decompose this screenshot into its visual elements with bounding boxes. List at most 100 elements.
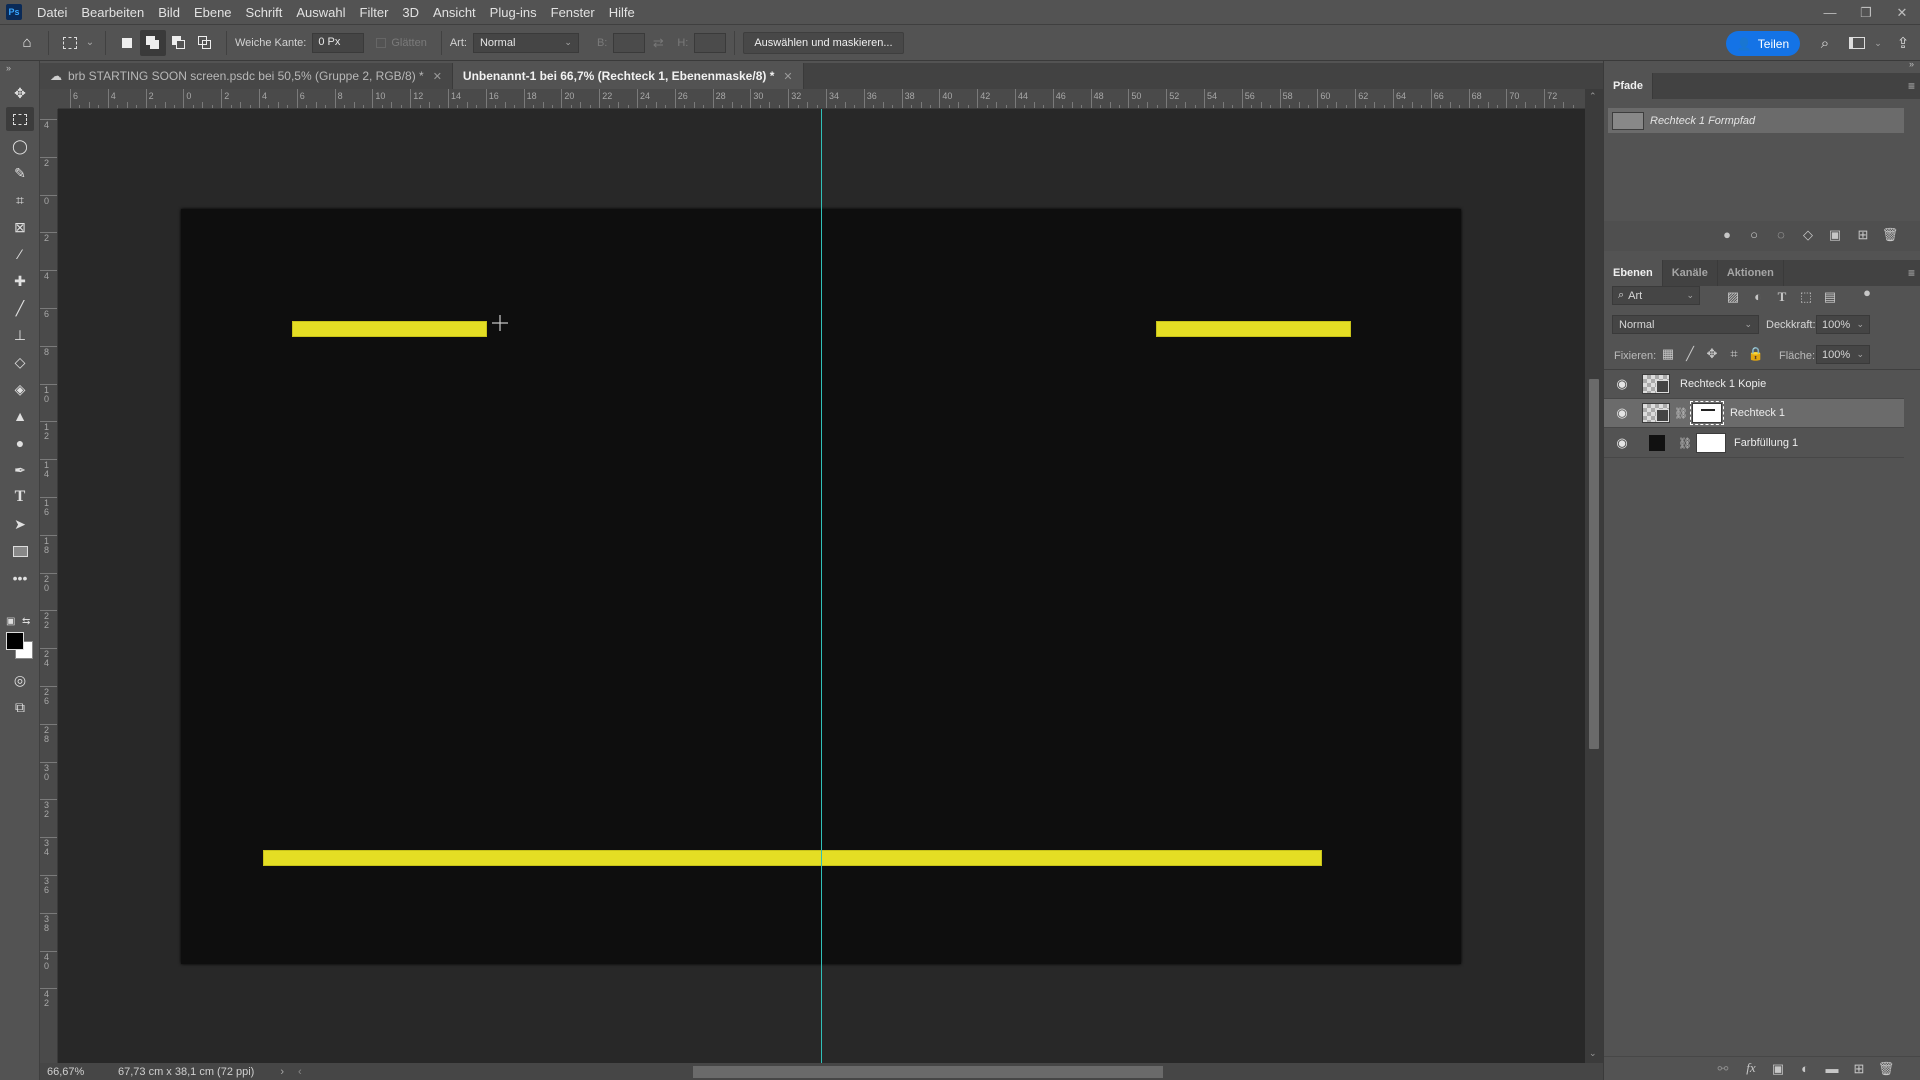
- horizontal-scroll-thumb[interactable]: [693, 1066, 1163, 1078]
- healing-brush-tool-icon[interactable]: ✚: [6, 269, 34, 293]
- filter-adjustment-icon[interactable]: ◐: [1749, 289, 1767, 304]
- path-item[interactable]: Rechteck 1 Formpfad: [1608, 108, 1904, 133]
- tab-actions[interactable]: Aktionen: [1718, 260, 1784, 286]
- paint-bucket-tool-icon[interactable]: ◈: [6, 377, 34, 401]
- quick-mask-icon[interactable]: ◎: [6, 668, 34, 692]
- menu-fenster[interactable]: Fenster: [544, 0, 602, 25]
- scroll-up-icon[interactable]: ⌃: [1589, 91, 1597, 102]
- expand-icon[interactable]: »: [6, 63, 11, 73]
- eraser-tool-icon[interactable]: ◇: [6, 350, 34, 374]
- add-selection-icon[interactable]: [140, 29, 166, 56]
- trash-icon[interactable]: 🗑: [1877, 1061, 1895, 1077]
- vertical-guide[interactable]: [821, 109, 822, 1063]
- link-icon[interactable]: ⛓: [1678, 437, 1692, 450]
- lock-transparency-icon[interactable]: ▦: [1659, 346, 1677, 362]
- fx-icon[interactable]: fx: [1742, 1060, 1760, 1076]
- canvas-area[interactable]: [58, 109, 1585, 1063]
- swap-colors-icon[interactable]: ⇆: [22, 616, 30, 627]
- tab-channels[interactable]: Kanäle: [1663, 260, 1718, 286]
- menu-ebene[interactable]: Ebene: [187, 0, 239, 25]
- visibility-eye-icon[interactable]: ◉: [1612, 376, 1632, 392]
- vertical-scroll-thumb[interactable]: [1589, 379, 1599, 749]
- pen-tool-icon[interactable]: ✒: [6, 458, 34, 482]
- panel-menu-icon[interactable]: ≡: [1908, 266, 1915, 280]
- screen-mode-icon[interactable]: ⧉: [6, 695, 34, 719]
- chevron-down-icon[interactable]: ⌄: [83, 30, 97, 56]
- layer-row[interactable]: ◉ ⛓ Farbfüllung 1: [1604, 429, 1904, 458]
- yellow-rectangle-top-right[interactable]: [1156, 321, 1351, 337]
- type-tool-icon[interactable]: T: [6, 485, 34, 509]
- rect-marquee-tool-icon[interactable]: [6, 107, 34, 131]
- minimize-button[interactable]: —: [1812, 0, 1848, 25]
- menu-plugins[interactable]: Plug-ins: [483, 0, 544, 25]
- swap-icon[interactable]: ⇄: [645, 30, 671, 56]
- add-mask-icon[interactable]: ▣: [1769, 1061, 1787, 1077]
- filter-type-icon[interactable]: T: [1773, 289, 1791, 305]
- yellow-rectangle-bottom[interactable]: [263, 850, 1322, 866]
- menu-bearbeiten[interactable]: Bearbeiten: [74, 0, 151, 25]
- new-path-icon[interactable]: ⊞: [1854, 227, 1872, 243]
- load-selection-icon[interactable]: ◌: [1772, 227, 1790, 242]
- menu-3d[interactable]: 3D: [395, 0, 426, 25]
- rectangle-tool-icon[interactable]: [6, 539, 34, 563]
- yellow-rectangle-top-left[interactable]: [292, 321, 487, 337]
- new-selection-icon[interactable]: [114, 30, 140, 56]
- link-icon[interactable]: ⛓: [1674, 407, 1688, 420]
- filter-pixel-icon[interactable]: ▨: [1724, 289, 1742, 305]
- menu-datei[interactable]: Datei: [30, 0, 74, 25]
- adjustment-layer-icon[interactable]: ◐: [1796, 1061, 1814, 1076]
- lock-all-icon[interactable]: 🔒: [1747, 346, 1765, 362]
- new-layer-icon[interactable]: ⊞: [1850, 1061, 1868, 1077]
- add-mask-icon[interactable]: ▣: [1826, 227, 1844, 243]
- share-button[interactable]: 👤 Teilen: [1726, 31, 1800, 56]
- vertical-scrollbar[interactable]: ⌃ ⌄: [1585, 89, 1603, 1063]
- filter-toggle-icon[interactable]: ●: [1858, 285, 1876, 300]
- visibility-eye-icon[interactable]: ◉: [1612, 435, 1632, 451]
- scroll-down-icon[interactable]: ⌄: [1589, 1048, 1597, 1059]
- blur-tool-icon[interactable]: ▲: [6, 404, 34, 428]
- menu-auswahl[interactable]: Auswahl: [289, 0, 352, 25]
- chevron-down-icon[interactable]: ⌄: [1856, 349, 1864, 360]
- new-group-icon[interactable]: ▬: [1823, 1061, 1841, 1076]
- restore-button[interactable]: ❐: [1848, 0, 1884, 25]
- move-tool-icon[interactable]: ✥: [6, 81, 34, 105]
- lock-artboard-icon[interactable]: ⌗: [1725, 346, 1743, 362]
- stamp-tool-icon[interactable]: ⊥: [6, 323, 34, 347]
- chevron-down-icon[interactable]: ⌄: [1856, 319, 1864, 330]
- crop-tool-icon[interactable]: ⌗: [6, 188, 34, 212]
- antialias-checkbox[interactable]: [376, 37, 387, 48]
- link-layers-icon[interactable]: ⚯: [1714, 1061, 1732, 1077]
- path-selection-tool-icon[interactable]: ➤: [6, 512, 34, 536]
- fill-path-icon[interactable]: ●: [1718, 227, 1736, 242]
- menu-hilfe[interactable]: Hilfe: [602, 0, 642, 25]
- subtract-selection-icon[interactable]: [166, 30, 192, 56]
- filter-smart-object-icon[interactable]: ▤: [1821, 289, 1839, 305]
- status-expand-icon[interactable]: ›: [280, 1066, 284, 1078]
- height-input[interactable]: [694, 32, 727, 53]
- home-icon[interactable]: ⌂: [14, 30, 40, 56]
- document-tab-active[interactable]: Unbenannt-1 bei 66,7% (Rechteck 1, Ebene…: [452, 63, 804, 89]
- layer-row[interactable]: ◉ Rechteck 1 Kopie: [1604, 370, 1904, 399]
- brush-tool-icon[interactable]: ╱: [6, 296, 34, 320]
- search-icon[interactable]: ⌕: [1814, 32, 1836, 54]
- dodge-tool-icon[interactable]: ●: [6, 431, 34, 455]
- lasso-tool-icon[interactable]: ◯: [6, 134, 34, 158]
- default-colors-icon[interactable]: ▣: [6, 616, 15, 627]
- close-icon[interactable]: ✕: [433, 70, 442, 83]
- more-tools-icon[interactable]: •••: [6, 566, 34, 590]
- trash-icon[interactable]: 🗑: [1881, 227, 1899, 243]
- eyedropper-tool-icon[interactable]: ⁄: [6, 242, 34, 266]
- tab-layers[interactable]: Ebenen: [1604, 260, 1663, 286]
- workspace-icon[interactable]: [1846, 32, 1868, 54]
- make-work-path-icon[interactable]: ◇: [1799, 227, 1817, 243]
- blend-mode-select[interactable]: Normal ⌄: [1612, 315, 1759, 334]
- tab-paths[interactable]: Pfade: [1604, 73, 1653, 99]
- feather-input[interactable]: 0 Px: [312, 32, 365, 53]
- frame-tool-icon[interactable]: ⊠: [6, 215, 34, 239]
- style-select[interactable]: Normal ⌄: [472, 32, 579, 53]
- opacity-input[interactable]: 100% ⌄: [1816, 315, 1870, 334]
- zoom-level[interactable]: 66,67%: [47, 1066, 102, 1078]
- intersect-selection-icon[interactable]: [192, 30, 218, 56]
- filter-shape-icon[interactable]: ⬚: [1797, 289, 1815, 305]
- ruler-origin[interactable]: [40, 89, 58, 109]
